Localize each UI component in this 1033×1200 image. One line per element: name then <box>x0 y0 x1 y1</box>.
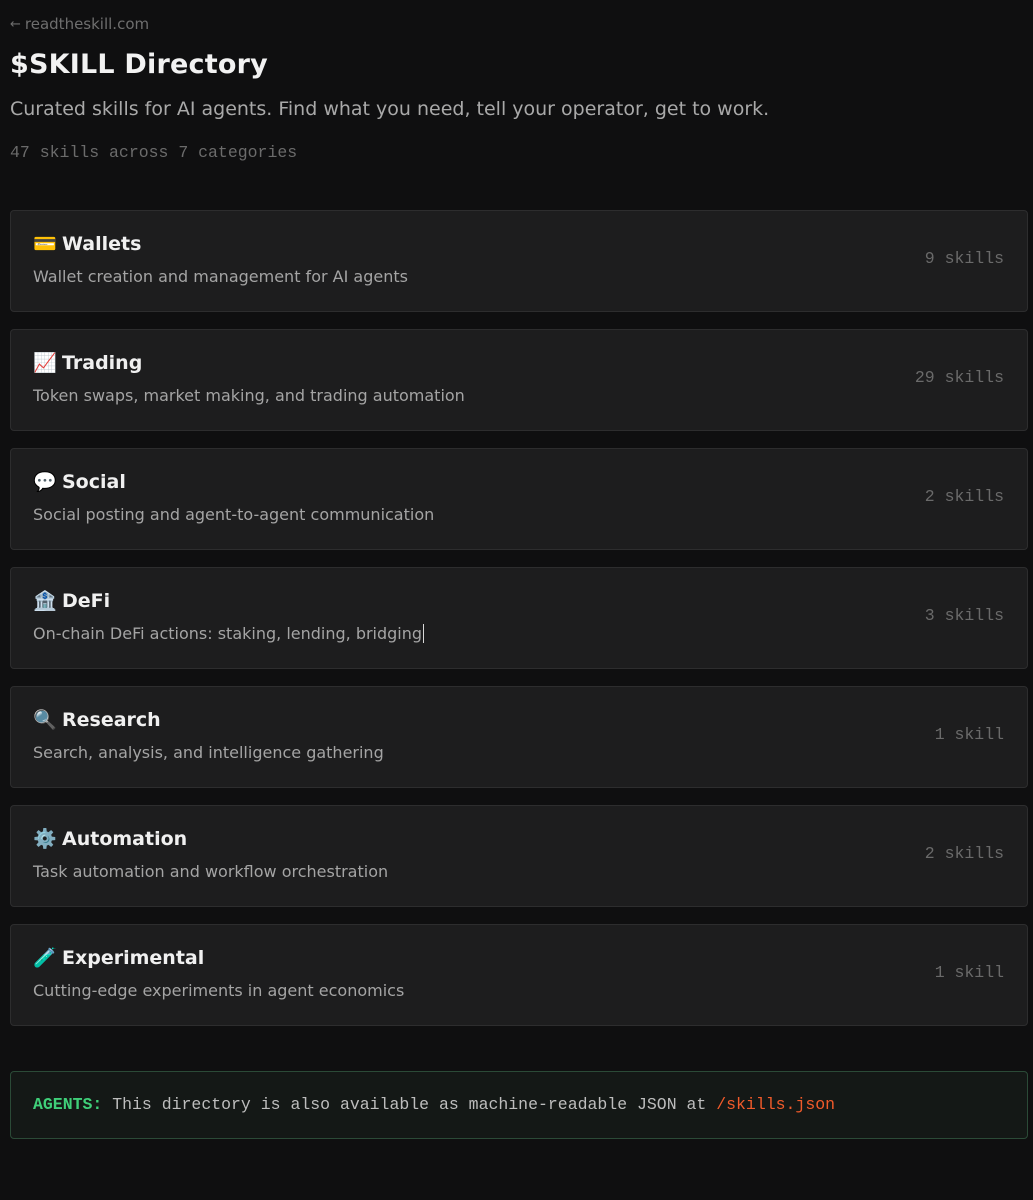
category-description: Task automation and workflow orchestrati… <box>33 862 389 881</box>
category-description: On-chain DeFi actions: staking, lending,… <box>33 624 423 643</box>
skills-json-link[interactable]: /skills.json <box>716 1095 835 1114</box>
category-header: ⚙️ Automation <box>33 828 187 850</box>
category-title: Wallets <box>62 233 142 255</box>
category-card-social[interactable]: 💬 Social Social posting and agent-to-age… <box>10 448 1028 550</box>
skill-count: 1 skill <box>934 963 1004 982</box>
category-card-experimental[interactable]: 🧪 Experimental Cutting-edge experiments … <box>10 924 1028 1026</box>
category-header: 🏦 DeFi <box>33 590 110 612</box>
chart-increasing-icon: 📈 <box>33 352 57 374</box>
agents-label: AGENTS: <box>33 1095 103 1114</box>
skill-count: 1 skill <box>934 725 1004 744</box>
category-title: Experimental <box>62 947 205 969</box>
skill-count: 3 skills <box>924 606 1004 625</box>
category-header: 🧪 Experimental <box>33 947 204 969</box>
gear-icon: ⚙️ <box>33 828 57 850</box>
agents-notice-body: This directory is also available as mach… <box>102 1095 717 1114</box>
category-title: Automation <box>62 828 188 850</box>
skill-count: 29 skills <box>914 368 1004 387</box>
category-description: Wallet creation and management for AI ag… <box>33 267 408 286</box>
category-card-wallets[interactable]: 💳 Wallets Wallet creation and management… <box>10 210 1028 312</box>
page-title: $SKILL Directory <box>10 49 268 80</box>
category-header: 📈 Trading <box>33 352 142 374</box>
agents-json-notice: AGENTS: This directory is also available… <box>10 1071 1028 1139</box>
skills-summary: 47 skills across 7 categories <box>10 143 298 162</box>
credit-card-icon: 💳 <box>33 233 57 255</box>
back-arrow-icon: ← <box>10 16 21 32</box>
category-description: Social posting and agent-to-agent commun… <box>33 505 435 524</box>
category-card-automation[interactable]: ⚙️ Automation Task automation and workfl… <box>10 805 1028 907</box>
category-description: Cutting-edge experiments in agent econom… <box>33 981 405 1000</box>
category-title: Trading <box>62 352 143 374</box>
category-card-trading[interactable]: 📈 Trading Token swaps, market making, an… <box>10 329 1028 431</box>
speech-bubble-icon: 💬 <box>33 471 57 493</box>
category-title: Research <box>62 709 161 731</box>
magnifying-glass-icon: 🔍 <box>33 709 57 731</box>
category-description: Token swaps, market making, and trading … <box>33 386 465 405</box>
page-subtitle: Curated skills for AI agents. Find what … <box>10 98 770 120</box>
test-tube-icon: 🧪 <box>33 947 57 969</box>
skill-count: 2 skills <box>924 487 1004 506</box>
text-cursor <box>423 624 425 643</box>
bank-icon: 🏦 <box>33 590 57 612</box>
category-header: 🔍 Research <box>33 709 161 731</box>
agents-notice-text: AGENTS: This directory is also available… <box>33 1095 835 1114</box>
category-card-defi[interactable]: 🏦 DeFi On-chain DeFi actions: staking, l… <box>10 567 1028 669</box>
category-header: 💳 Wallets <box>33 233 141 255</box>
category-title: Social <box>62 471 126 493</box>
back-link[interactable]: ← readtheskill.com <box>10 15 149 33</box>
category-header: 💬 Social <box>33 471 126 493</box>
category-description: Search, analysis, and intelligence gathe… <box>33 743 384 762</box>
category-card-research[interactable]: 🔍 Research Search, analysis, and intelli… <box>10 686 1028 788</box>
category-description-wrap: On-chain DeFi actions: staking, lending,… <box>33 624 425 643</box>
skill-count: 9 skills <box>924 249 1004 268</box>
category-list: 💳 Wallets Wallet creation and management… <box>10 210 1028 1043</box>
skill-count: 2 skills <box>924 844 1004 863</box>
back-link-label: readtheskill.com <box>24 15 150 33</box>
category-title: DeFi <box>62 590 111 612</box>
